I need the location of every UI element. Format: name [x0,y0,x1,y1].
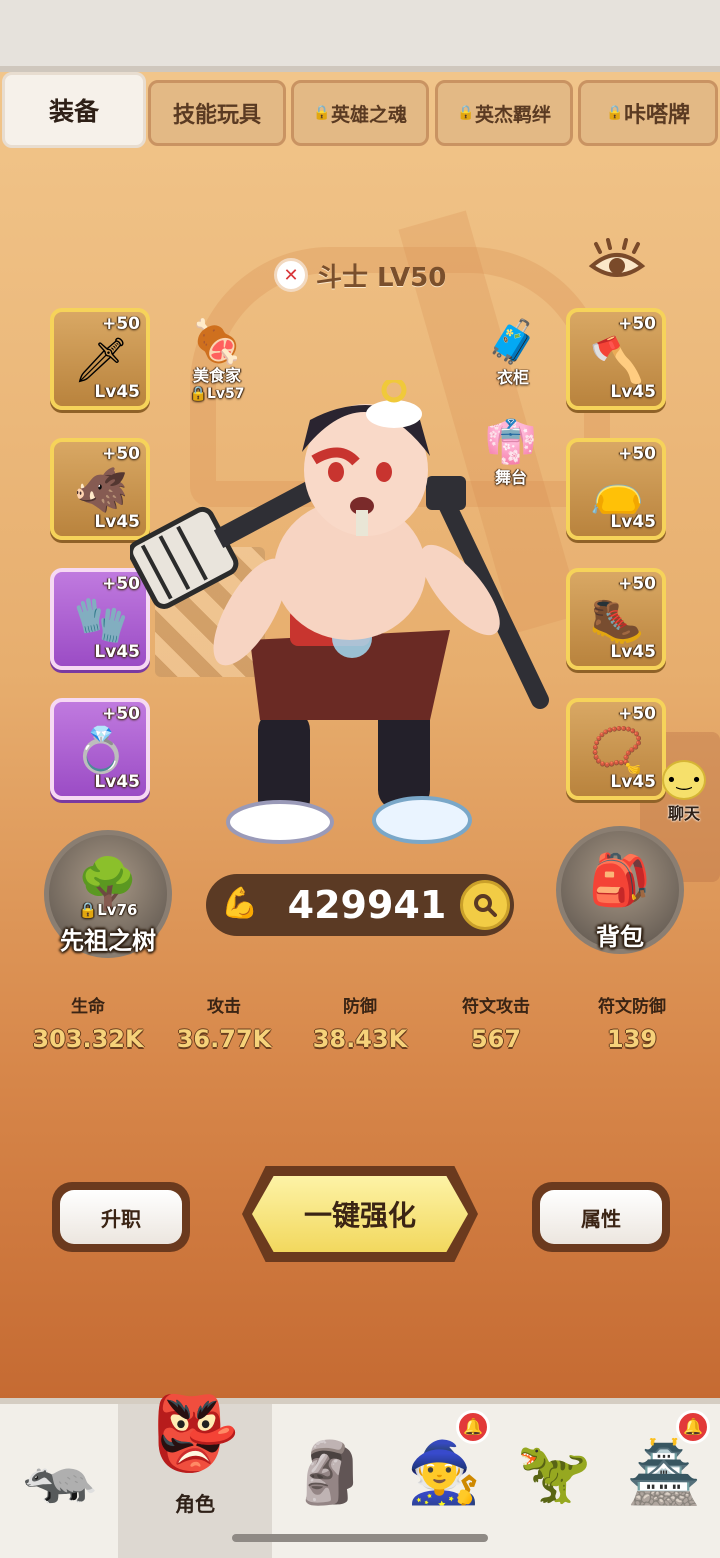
lock-icon: 🔒 [312,105,331,121]
chat-bubble-icon: •‿• [662,760,706,800]
promote-label: 升职 [60,1190,182,1244]
magnifier-icon [474,894,497,917]
stat-attack: 攻击 36.77K [156,976,292,1072]
equip-slot-boots[interactable]: 🥾 +50 Lv45 [566,568,666,670]
eye-icon[interactable] [588,238,646,284]
tab-label: 装备 [48,97,99,126]
combat-power: 💪 429941 [206,874,514,936]
stat-value: 139 [606,1025,658,1053]
enhance-all-button[interactable]: 一键强化 [242,1166,478,1262]
lock-icon: 🔒 [456,105,475,121]
ancestor-tree-level-text: Lv76 [97,901,138,919]
hero-class-label: ✕ 斗士 LV50 [274,255,446,295]
nav-dino[interactable]: 🦖 [494,1418,614,1538]
stat-label: 防御 [343,997,377,1017]
hero-character [128,377,570,860]
bag-button[interactable]: 🎒 背包 [556,826,684,954]
hero-class-name: 斗士 LV50 [316,262,447,293]
ancestor-tree-label: 先祖之树 [60,927,156,955]
stat-value: 38.43K [312,1025,408,1053]
enhance-level: +50 [102,314,140,334]
power-details-button[interactable] [460,880,510,930]
tab-skill-toys[interactable]: 技能玩具 [148,80,286,146]
attributes-button[interactable]: 属性 [532,1182,670,1252]
stat-label: 符文防御 [598,997,666,1017]
stat-defense: 防御 38.43K [292,976,428,1072]
stat-label: 符文攻击 [462,997,530,1017]
top-status-strip [0,0,720,72]
nav-totem[interactable]: 🗿 [270,1418,390,1538]
lock-icon: 🔒 [605,105,624,121]
tab-label: 技能玩具 [172,103,261,128]
nav-label: 角色 [175,1492,215,1516]
combat-power-value: 429941 [287,883,447,927]
tab-bar: 装备 技能玩具 🔒 英雄之魂 🔒 英杰羁绊 🔒 咔嗒牌 [0,72,720,148]
wardrobe-slot[interactable]: 🧳 衣柜 [468,314,558,388]
class-emblem-icon: ✕ [274,258,308,292]
dino-icon: 🦖 [516,1438,592,1508]
stat-label: 生命 [71,997,105,1017]
enhance-all-label: 一键强化 [252,1176,468,1252]
chat-button[interactable]: •‿• 聊天 [648,760,720,824]
enhance-level: +50 [618,444,656,464]
promote-button[interactable]: 升职 [52,1182,190,1252]
tab-click-cards[interactable]: 🔒 咔嗒牌 [578,80,718,146]
hero-mask-icon: 👺 [150,1391,240,1475]
tanuki-shop-icon: 🦡 [22,1438,98,1508]
enhance-level: +50 [618,704,656,724]
equip-slot-weapon-right[interactable]: 🪓 +50 Lv45 [566,308,666,410]
tab-hero-soul[interactable]: 🔒 英雄之魂 [291,80,429,146]
stat-value: 567 [470,1025,522,1053]
ancestor-tree-level: 🔒Lv76 [49,901,167,919]
tab-label: 英雄之魂 [330,103,407,126]
stat-label: 攻击 [207,997,241,1017]
stats-panel: 生命 303.32K 攻击 36.77K 防御 38.43K 符文攻击 567 … [20,976,700,1072]
attributes-label: 属性 [540,1190,662,1244]
item-level: Lv45 [610,382,656,402]
lock-icon: 🔒 [78,901,98,919]
backpack-icon: 🎒 [588,851,652,909]
home-indicator [232,1534,488,1542]
stat-value: 303.32K [32,1025,144,1053]
item-level: Lv45 [610,512,656,532]
tab-label: 英杰羁绊 [474,103,551,126]
enhance-level: +50 [618,314,656,334]
stat-value: 36.77K [176,1025,272,1053]
flex-arm-icon: 💪 [221,886,259,921]
chat-label: 聊天 [667,804,700,823]
wardrobe-icon: 🧳 [486,317,540,366]
tab-equipment[interactable]: 装备 [2,72,146,148]
stat-rune-attack: 符文攻击 567 [428,976,564,1072]
nav-tribe[interactable]: 🏯 🔔 [604,1410,720,1538]
stat-hp: 生命 303.32K [20,976,156,1072]
nav-shop[interactable]: 🦡 [0,1418,120,1538]
totem-icon: 🗿 [292,1438,368,1508]
enhance-level: +50 [618,574,656,594]
tab-hero-bonds[interactable]: 🔒 英杰羁绊 [435,80,573,146]
item-level: Lv45 [610,642,656,662]
stat-rune-defense: 符文防御 139 [564,976,700,1072]
equip-slot-armor[interactable]: 👝 +50 Lv45 [566,438,666,540]
bell-icon: 🔔 [676,1410,710,1444]
bell-icon: 🔔 [456,1410,490,1444]
bag-label: 背包 [596,923,644,951]
nav-elder[interactable]: 🧙 🔔 [384,1410,504,1538]
tab-label: 咔嗒牌 [623,103,690,128]
ancestor-tree-button[interactable]: 🌳 🔒Lv76 先祖之树 [44,830,172,958]
